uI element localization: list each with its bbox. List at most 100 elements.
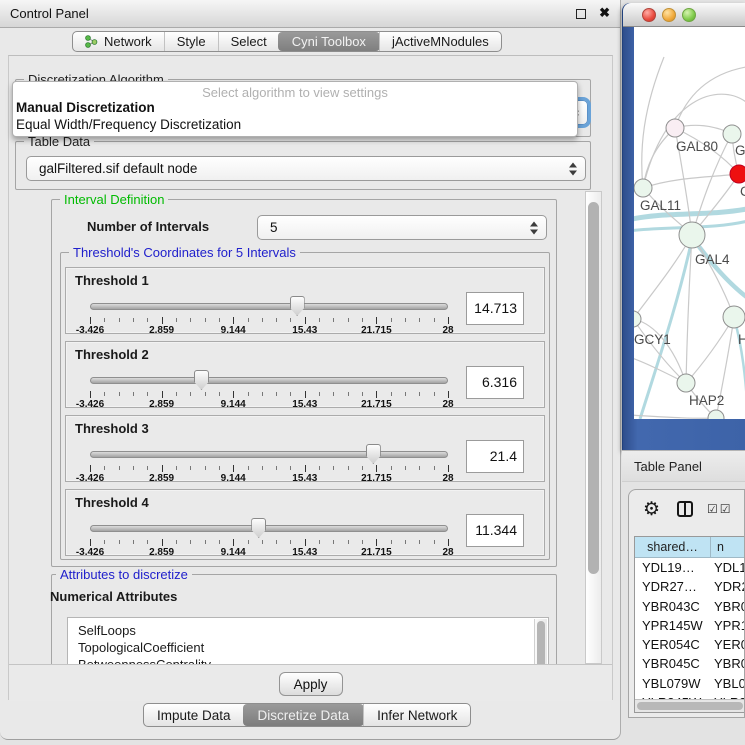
- tick-mark: [190, 392, 191, 396]
- slider-ticks: [90, 465, 448, 472]
- network-node-gcy1[interactable]: [634, 311, 641, 327]
- table-row[interactable]: YBR045CYBR0: [635, 654, 745, 673]
- column-header-name[interactable]: n: [711, 537, 745, 558]
- network-node-gal80[interactable]: [666, 119, 684, 137]
- column-header-shared-name[interactable]: shared…: [635, 537, 711, 558]
- slider-track[interactable]: [90, 451, 448, 458]
- network-node-g[interactable]: [723, 125, 741, 143]
- numerical-attributes-list[interactable]: SelfLoopsTopologicalCoefficientBetweenne…: [67, 617, 549, 664]
- tab-cyni-toolbox[interactable]: Cyni Toolbox: [278, 32, 380, 51]
- number-of-intervals-label: Number of Intervals: [87, 219, 209, 234]
- tick-mark: [104, 466, 105, 470]
- threshold-3-value-field[interactable]: 21.4: [466, 440, 524, 473]
- attribute-item-betweennesscentrality[interactable]: BetweennessCentrality: [68, 656, 548, 664]
- network-node-hap2[interactable]: [677, 374, 695, 392]
- threshold-3-slider-handle[interactable]: [366, 444, 381, 464]
- table-row[interactable]: YBL079WYBL0: [635, 674, 745, 693]
- table-row[interactable]: YDR27…YDR2: [635, 577, 745, 596]
- threshold-3-slider[interactable]: -3.4262.8599.14415.4321.71528: [90, 446, 448, 480]
- tab-impute-data[interactable]: Impute Data: [144, 704, 244, 726]
- threshold-2-slider[interactable]: -3.4262.8599.14415.4321.71528: [90, 372, 448, 406]
- thresholds-group: Threshold's Coordinates for 5 Intervals …: [60, 252, 550, 560]
- close-icon[interactable]: ✖: [599, 5, 610, 21]
- screen: Control Panel ✖ NetworkStyleSelectCyni T…: [0, 0, 745, 745]
- threshold-1-slider[interactable]: -3.4262.8599.14415.4321.71528: [90, 298, 448, 332]
- tick-mark: [419, 466, 420, 470]
- network-node-gal11[interactable]: [634, 179, 652, 197]
- intervals-combobox[interactable]: 5: [257, 215, 547, 240]
- slider-track[interactable]: [90, 525, 448, 532]
- table-row[interactable]: YBR043CYBR0: [635, 597, 745, 616]
- settings-gear-icon[interactable]: ⚙: [643, 498, 660, 521]
- scrollbar-thumb[interactable]: [637, 702, 743, 710]
- table-row[interactable]: YDL19…YDL1: [635, 558, 745, 577]
- scrollbar-thumb[interactable]: [537, 621, 545, 664]
- network-canvas[interactable]: GAL80GCGAL11GAL4GCY1HHAP2: [634, 27, 745, 419]
- table-row[interactable]: YER054CYER0: [635, 635, 745, 654]
- network-node-h[interactable]: [723, 306, 745, 328]
- table-data-combobox[interactable]: galFiltered.sif default node: [26, 156, 586, 181]
- control-panel-tabs: NetworkStyleSelectCyni ToolboxjActiveMNo…: [72, 31, 502, 52]
- tab-discretize-data[interactable]: Discretize Data: [243, 704, 365, 726]
- tab-infer-network[interactable]: Infer Network: [363, 704, 470, 726]
- tab-jactivemnodules[interactable]: jActiveMNodules: [379, 32, 501, 51]
- threshold-4-value-field[interactable]: 11.344: [466, 514, 524, 547]
- tick-mark: [119, 318, 120, 322]
- network-node-c[interactable]: [730, 165, 745, 183]
- cyni-mode-tabs: Impute Data Discretize Data Infer Network: [143, 703, 471, 727]
- tick-label: 28: [442, 547, 453, 558]
- slider-ticks: [90, 539, 448, 546]
- cell-shared-name: YBR045C: [635, 654, 711, 673]
- tick-mark: [448, 317, 449, 324]
- scrollbar-thumb[interactable]: [588, 202, 599, 574]
- tab-network[interactable]: Network: [73, 32, 164, 51]
- minimize-traffic-light-icon[interactable]: [662, 8, 676, 22]
- algorithm-option-manual-discretization[interactable]: Manual Discretization: [13, 100, 577, 117]
- threshold-4-slider[interactable]: -3.4262.8599.14415.4321.71528: [90, 520, 448, 554]
- zoom-traffic-light-icon[interactable]: [682, 8, 696, 22]
- tick-label: -3.426: [76, 547, 104, 558]
- tick-label: 21.715: [361, 325, 392, 336]
- algorithm-option-equal-width-frequency-discretization[interactable]: Equal Width/Frequency Discretization: [13, 117, 577, 134]
- slider-track[interactable]: [90, 377, 448, 384]
- list-scrollbar[interactable]: [534, 619, 547, 664]
- tick-mark: [362, 540, 363, 544]
- tick-mark: [147, 540, 148, 544]
- tick-mark: [104, 318, 105, 322]
- table-row[interactable]: YIL052CYIL0: [635, 712, 745, 713]
- settings-scrollbar[interactable]: [585, 191, 602, 664]
- attribute-item-topologicalcoefficient[interactable]: TopologicalCoefficient: [68, 639, 548, 656]
- table-row[interactable]: YPR145WYPR1: [635, 616, 745, 635]
- float-window-icon[interactable]: [576, 9, 586, 19]
- tab-label: Discretize Data: [258, 708, 350, 723]
- threshold-1-value-field[interactable]: 14.713: [466, 292, 524, 325]
- network-node-gal4[interactable]: [679, 222, 705, 248]
- node-table: shared… n YDL19…YDL1YDR27…YDR2YBR043CYBR…: [634, 536, 745, 713]
- threshold-2-value-field[interactable]: 6.316: [466, 366, 524, 399]
- tab-select[interactable]: Select: [218, 32, 279, 51]
- tick-mark: [434, 392, 435, 396]
- close-traffic-light-icon[interactable]: [642, 8, 656, 22]
- slider-track[interactable]: [90, 303, 448, 310]
- tab-style[interactable]: Style: [164, 32, 218, 51]
- network-node[interactable]: [708, 410, 724, 419]
- threshold-label: Threshold 3: [75, 421, 149, 436]
- tick-label: 9.144: [221, 547, 246, 558]
- tick-mark: [405, 392, 406, 396]
- network-window-titlebar: [623, 3, 745, 27]
- tick-mark: [305, 539, 306, 546]
- cell-shared-name: YBR043C: [635, 597, 711, 616]
- threshold-1-slider-handle[interactable]: [290, 296, 305, 316]
- show-checkboxes-icon[interactable]: ☑☑: [707, 502, 733, 516]
- cell-name: YDL1: [711, 558, 745, 577]
- tick-mark: [305, 391, 306, 398]
- network-node-label: GCY1: [634, 332, 671, 347]
- interval-definition-title: Interval Definition: [60, 192, 168, 207]
- table-panel-title: Table Panel: [622, 451, 745, 482]
- threshold-2-slider-handle[interactable]: [194, 370, 209, 390]
- apply-button[interactable]: Apply: [279, 672, 343, 696]
- attribute-item-selfloops[interactable]: SelfLoops: [68, 618, 548, 639]
- threshold-4-slider-handle[interactable]: [251, 518, 266, 538]
- table-horizontal-scrollbar[interactable]: [635, 699, 745, 712]
- split-columns-icon[interactable]: [677, 501, 693, 517]
